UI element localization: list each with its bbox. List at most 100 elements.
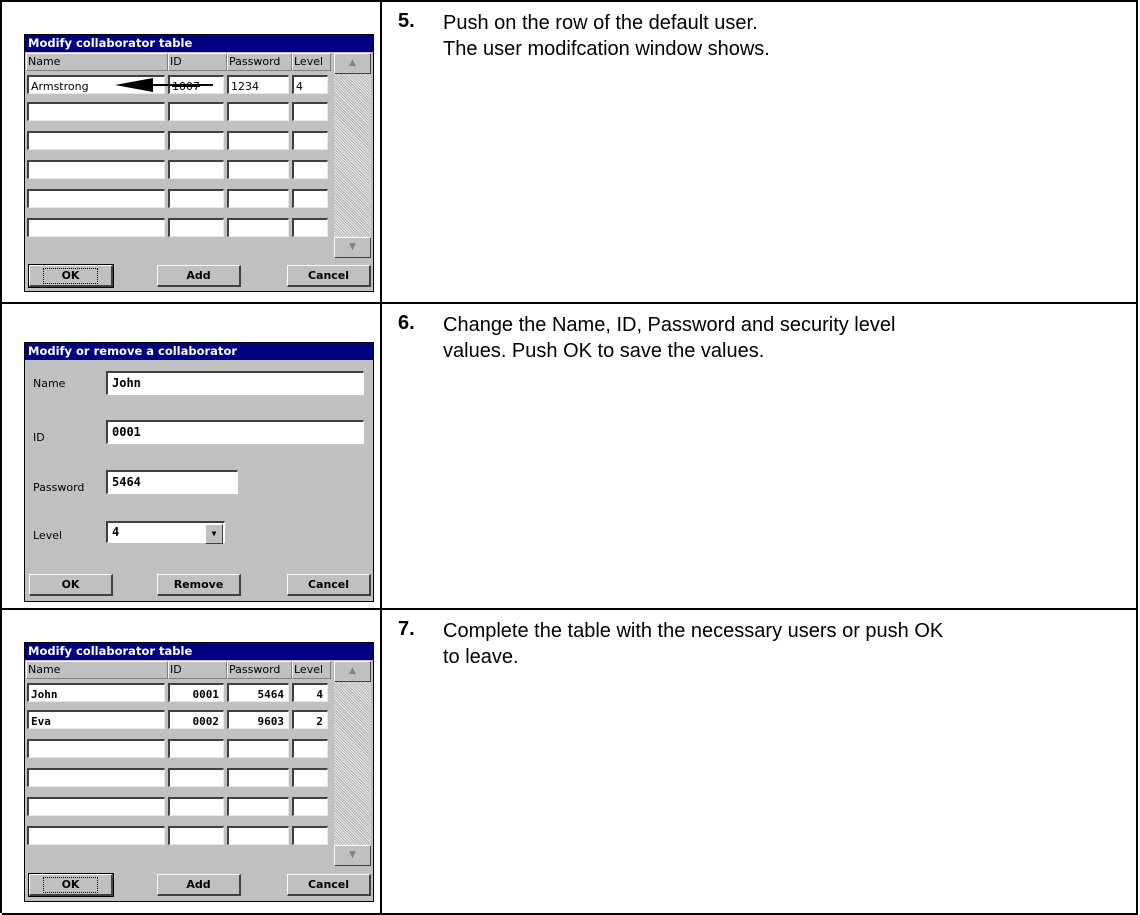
cell-id[interactable] <box>168 768 224 787</box>
cell-id[interactable]: 0002 <box>168 710 224 729</box>
password-label: Password <box>33 481 85 494</box>
collaborator-table-dialog: Modify collaborator table Name ID Passwo… <box>24 34 374 292</box>
cell-name[interactable] <box>27 131 165 150</box>
cell-level[interactable] <box>292 102 328 121</box>
dropdown-arrow-icon[interactable]: ▼ <box>205 524 223 544</box>
modify-collaborator-dialog: Modify or remove a collaborator Name Joh… <box>24 342 374 602</box>
cell-level[interactable] <box>292 131 328 150</box>
cell-password[interactable]: 1234 <box>227 75 289 94</box>
step-line: The user modifcation window shows. <box>443 38 770 60</box>
dialog-title: Modify collaborator table <box>25 643 373 660</box>
cell-level[interactable] <box>292 189 328 208</box>
id-field[interactable]: 0001 <box>106 420 364 444</box>
header-id[interactable]: ID <box>168 53 227 71</box>
header-name[interactable]: Name <box>26 53 168 71</box>
step-line: Change the Name, ID, Password and securi… <box>443 314 896 336</box>
cell-password[interactable] <box>227 131 289 150</box>
column-divider <box>380 610 382 913</box>
scroll-down-arrow-icon[interactable]: ▼ <box>334 845 371 866</box>
ok-button[interactable]: OK <box>28 873 114 897</box>
add-button[interactable]: Add <box>157 265 241 287</box>
cell-password[interactable]: 5464 <box>227 683 289 702</box>
step-line: values. Push OK to save the values. <box>443 340 765 362</box>
level-dropdown[interactable]: 4 ▼ <box>106 521 225 544</box>
cancel-button[interactable]: Cancel <box>287 265 371 287</box>
table-edge <box>1136 2 1138 302</box>
step-number: 5. <box>398 10 415 32</box>
add-button[interactable]: Add <box>157 874 241 896</box>
cell-name[interactable] <box>27 102 165 121</box>
cell-level[interactable] <box>292 739 328 758</box>
cell-password[interactable] <box>227 797 289 816</box>
cell-level[interactable] <box>292 218 328 237</box>
header-password[interactable]: Password <box>227 661 292 679</box>
cell-name[interactable]: John <box>27 683 165 702</box>
name-field[interactable]: John <box>106 371 364 395</box>
cell-level[interactable] <box>292 826 328 845</box>
step-row-6: Modify or remove a collaborator Name Joh… <box>2 304 1138 610</box>
scroll-up-arrow-icon[interactable]: ▲ <box>334 661 371 682</box>
header-id[interactable]: ID <box>168 661 227 679</box>
cell-level[interactable] <box>292 768 328 787</box>
cell-name[interactable]: Eva <box>27 710 165 729</box>
cell-name[interactable] <box>27 768 165 787</box>
cell-level[interactable]: 4 <box>292 75 328 94</box>
header-password[interactable]: Password <box>227 53 292 71</box>
cell-id[interactable] <box>168 739 224 758</box>
cell-id[interactable] <box>168 826 224 845</box>
column-divider <box>380 304 382 608</box>
ok-button[interactable]: OK <box>28 264 114 288</box>
cell-level[interactable]: 4 <box>292 683 328 702</box>
cell-id[interactable] <box>168 218 224 237</box>
password-field[interactable]: 5464 <box>106 470 238 494</box>
cell-level[interactable] <box>292 160 328 179</box>
instruction-table: Modify collaborator table Name ID Passwo… <box>0 0 1138 915</box>
table-edge <box>1136 304 1138 608</box>
step-description: Push on the row of the default user. The… <box>443 10 1123 62</box>
cell-name[interactable] <box>27 189 165 208</box>
header-level[interactable]: Level <box>292 53 331 71</box>
step-number: 7. <box>398 618 415 640</box>
cell-password[interactable] <box>227 218 289 237</box>
cell-level[interactable]: 2 <box>292 710 328 729</box>
remove-button[interactable]: Remove <box>157 574 241 596</box>
cell-level[interactable] <box>292 797 328 816</box>
cell-password[interactable] <box>227 102 289 121</box>
cell-password[interactable] <box>227 826 289 845</box>
name-label: Name <box>33 377 66 390</box>
header-name[interactable]: Name <box>26 661 168 679</box>
cell-name[interactable] <box>27 160 165 179</box>
step-line: Complete the table with the necessary us… <box>443 620 944 642</box>
step-description: Complete the table with the necessary us… <box>443 618 1123 670</box>
step-row-5: Modify collaborator table Name ID Passwo… <box>2 2 1138 304</box>
step-line: Push on the row of the default user. <box>443 12 758 34</box>
cell-name[interactable] <box>27 826 165 845</box>
vertical-scrollbar[interactable]: ▲ ▼ <box>334 53 371 258</box>
cell-id[interactable] <box>168 160 224 179</box>
step-line: to leave. <box>443 646 519 668</box>
scroll-down-arrow-icon[interactable]: ▼ <box>334 237 371 258</box>
table-edge <box>1136 610 1138 913</box>
step-row-7: Modify collaborator table Name ID Passwo… <box>2 610 1138 915</box>
cancel-button[interactable]: Cancel <box>287 874 371 896</box>
cell-id[interactable] <box>168 797 224 816</box>
cell-name[interactable] <box>27 739 165 758</box>
cell-password[interactable]: 9603 <box>227 710 289 729</box>
cell-name[interactable] <box>27 797 165 816</box>
cell-id[interactable] <box>168 131 224 150</box>
pointer-arrow-icon <box>115 78 213 92</box>
header-level[interactable]: Level <box>292 661 331 679</box>
cell-id[interactable] <box>168 189 224 208</box>
vertical-scrollbar[interactable]: ▲ ▼ <box>334 661 371 866</box>
cell-name[interactable] <box>27 218 165 237</box>
scroll-up-arrow-icon[interactable]: ▲ <box>334 53 371 74</box>
collaborator-table-dialog: Modify collaborator table Name ID Passwo… <box>24 642 374 902</box>
cell-password[interactable] <box>227 160 289 179</box>
cell-id[interactable] <box>168 102 224 121</box>
cell-password[interactable] <box>227 739 289 758</box>
ok-button[interactable]: OK <box>29 574 113 596</box>
cell-password[interactable] <box>227 768 289 787</box>
cancel-button[interactable]: Cancel <box>287 574 371 596</box>
cell-id[interactable]: 0001 <box>168 683 224 702</box>
cell-password[interactable] <box>227 189 289 208</box>
